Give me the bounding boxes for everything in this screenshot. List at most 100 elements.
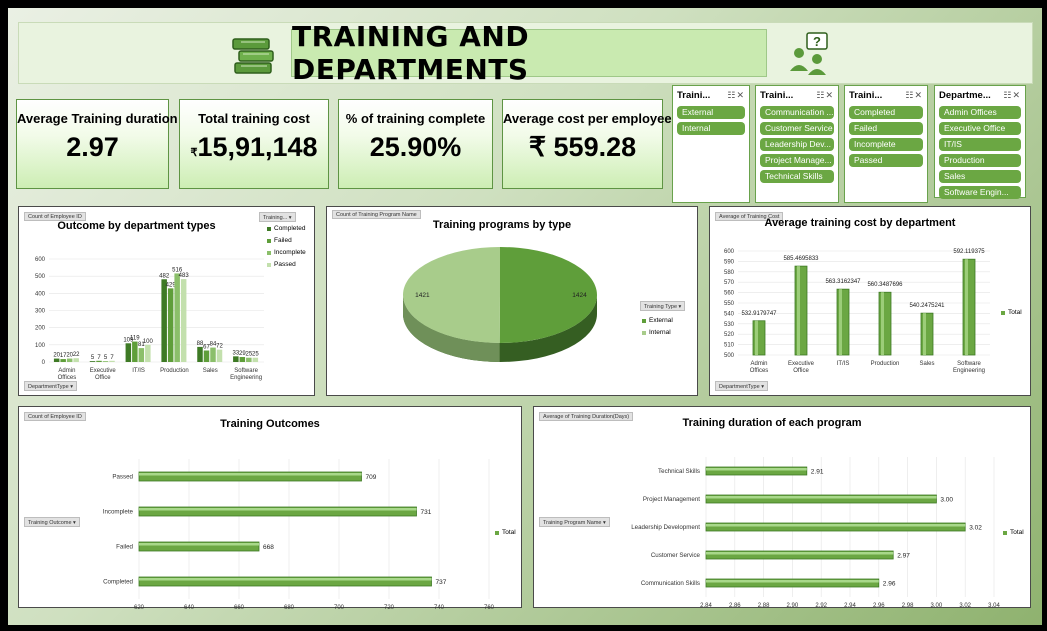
slicer-item[interactable]: Production <box>939 154 1021 167</box>
svg-text:?: ? <box>813 34 821 49</box>
slicer-item[interactable]: Software Engin... <box>939 186 1021 199</box>
x-tick-label: Offices <box>750 368 769 374</box>
x-tick-label: Sales <box>919 361 934 367</box>
bar <box>752 320 766 356</box>
slicer-item[interactable]: Project Manage... <box>760 154 834 167</box>
bar <box>962 258 976 356</box>
legend-dropdown[interactable]: Training Type ▾ <box>640 301 686 311</box>
y-tick-label: 400 <box>35 291 46 297</box>
y-tick-label: Communication Skills <box>641 580 700 587</box>
kpi-value: ₹ 559.28 <box>528 132 637 162</box>
data-label: 25 <box>252 352 259 358</box>
y-tick-label: Completed <box>103 579 133 586</box>
y-tick-label: 600 <box>724 249 735 255</box>
bar-highlight <box>139 508 417 511</box>
y-tick-label: 600 <box>35 257 46 263</box>
multiselect-clear-filter-icon[interactable]: ☷✕ <box>905 90 923 101</box>
slicer-item[interactable]: Completed <box>849 106 923 119</box>
y-tick-label: 570 <box>724 280 735 286</box>
axis-dropdown[interactable]: DepartmentType ▾ <box>715 381 768 391</box>
slicer-item[interactable]: Technical Skills <box>760 170 834 183</box>
chart-svg: 500 510 520 530 540 550 560 570 580 590 600 532.917… <box>724 249 990 374</box>
bar <box>210 347 216 362</box>
y-tick-label: 590 <box>724 259 735 265</box>
chart-svg: 2.84 2.86 2.88 2.90 2.92 2.94 2.96 2.98 3.00 3.02… <box>631 457 1000 609</box>
slicer-item[interactable]: Passed <box>849 154 923 167</box>
y-tick-label: 580 <box>724 270 735 276</box>
slicer-training-program[interactable]: Traini... ☷✕ Communication ... Customer S… <box>755 85 839 203</box>
chart-legend: External Internal <box>642 317 673 341</box>
bar-highlight <box>797 266 800 355</box>
slicer-item[interactable]: Leadership Dev... <box>760 138 834 151</box>
data-label: 100 <box>143 339 154 345</box>
bar <box>197 346 203 362</box>
data-label: 7 <box>97 355 101 361</box>
multiselect-clear-filter-icon[interactable]: ☷✕ <box>816 90 834 101</box>
y-tick-label: Technical Skills <box>658 468 700 475</box>
x-tick-label: 2.92 <box>815 603 827 609</box>
slicer-item[interactable]: Internal <box>677 122 745 135</box>
x-tick-label: Software <box>234 368 258 374</box>
kpi-value: ₹15,91,148 <box>190 132 318 162</box>
slicer-item[interactable]: External <box>677 106 745 119</box>
data-label: 3.02 <box>969 525 982 532</box>
slicer-title: Traini... <box>849 90 883 101</box>
axis-dropdown[interactable]: DepartmentType ▾ <box>24 381 77 391</box>
bar <box>920 312 934 356</box>
x-tick-label: 2.84 <box>700 603 712 609</box>
x-tick-label: 720 <box>384 605 395 609</box>
bar <box>233 356 239 362</box>
slicer-item[interactable]: Incomplete <box>849 138 923 151</box>
y-tick-label: 300 <box>35 309 46 315</box>
x-tick-label: Admin <box>750 361 767 367</box>
slicer-item[interactable]: Sales <box>939 170 1021 183</box>
bar <box>89 361 96 362</box>
data-label: 2.96 <box>883 581 896 588</box>
slicer-item[interactable]: Admin Offices <box>939 106 1021 119</box>
bar <box>836 288 850 356</box>
slicer-item[interactable]: Failed <box>849 122 923 135</box>
multiselect-clear-filter-icon[interactable]: ☷✕ <box>727 90 745 101</box>
axis-dropdown[interactable]: Training Outcome ▾ <box>24 517 80 527</box>
bar <box>161 279 167 362</box>
bar <box>102 361 109 362</box>
chart-legend: Total <box>1003 529 1024 541</box>
y-tick-label: 500 <box>724 353 735 359</box>
y-tick-label: 530 <box>724 322 735 328</box>
slicer-department[interactable]: Departme... ☷✕ Admin Offices Executive Of… <box>934 85 1026 199</box>
slicer-item[interactable]: Communication ... <box>760 106 834 119</box>
kpi-label: Average Training duration <box>17 111 178 126</box>
x-tick-label: Sales <box>203 368 218 374</box>
y-tick-label: Incomplete <box>103 509 134 516</box>
slicer-item[interactable]: IT/IS <box>939 138 1021 151</box>
kpi-avg-training-duration: Average Training duration 2.97 <box>16 99 178 189</box>
slicer-item[interactable]: Customer Service <box>760 122 834 135</box>
bar <box>174 273 180 362</box>
x-tick-label: 2.88 <box>758 603 770 609</box>
data-label: 72 <box>216 344 223 350</box>
bar-highlight <box>706 468 807 471</box>
data-label: 532.9179747 <box>741 311 777 317</box>
chart-training-duration: Average of Training Duration(Days) Train… <box>533 406 1031 609</box>
bar-highlight <box>706 524 966 527</box>
data-label: 709 <box>366 474 377 481</box>
y-tick-label: 550 <box>724 301 735 307</box>
kpi-label: % of training complete <box>345 111 486 126</box>
bar <box>66 358 73 362</box>
x-tick-label: IT/IS <box>837 361 850 367</box>
x-tick-label: Software <box>957 361 981 367</box>
data-label: 668 <box>263 544 274 551</box>
bar <box>216 349 223 362</box>
slicer-training-type[interactable]: Traini... ☷✕ External Internal <box>672 85 750 203</box>
slicer-item[interactable]: Executive Office <box>939 122 1021 135</box>
y-tick-label: 0 <box>42 360 46 366</box>
bar <box>60 359 66 362</box>
multiselect-clear-filter-icon[interactable]: ☷✕ <box>1003 90 1021 101</box>
x-tick-label: Admin <box>58 368 75 374</box>
axis-dropdown[interactable]: Training Program Name ▾ <box>539 517 610 527</box>
x-tick-label: 2.96 <box>873 603 885 609</box>
y-tick-label: Project Management <box>643 496 700 503</box>
slicer-title: Traini... <box>677 90 711 101</box>
slicer-training-outcome[interactable]: Traini... ☷✕ Completed Failed Incomplete … <box>844 85 928 203</box>
data-label: 1421 <box>415 292 430 299</box>
